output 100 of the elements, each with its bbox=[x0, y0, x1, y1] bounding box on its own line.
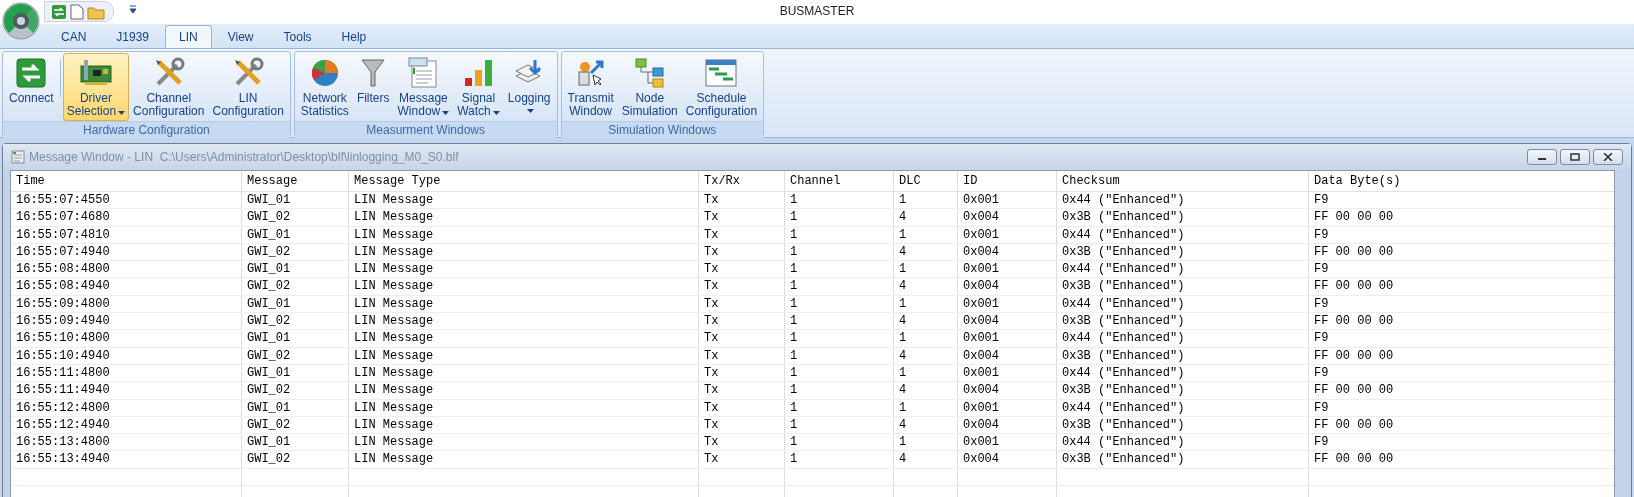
column-header[interactable]: Message bbox=[242, 171, 349, 191]
group-label: Simulation Windows bbox=[561, 121, 764, 138]
table-cell: LIN Message bbox=[349, 192, 699, 209]
table-cell: 0x001 bbox=[958, 192, 1057, 209]
ribbon-button[interactable]: Driver Selection bbox=[62, 53, 130, 121]
table-cell: LIN Message bbox=[349, 347, 699, 364]
column-header[interactable]: Data Byte(s) bbox=[1309, 171, 1614, 191]
ribbon-button[interactable]: Channel Configuration bbox=[129, 53, 209, 121]
column-header[interactable]: Time bbox=[11, 171, 242, 191]
column-header[interactable]: Tx/Rx bbox=[699, 171, 785, 191]
table-cell: FF 00 00 00 bbox=[1309, 243, 1614, 261]
ribbon-button[interactable]: Message Window bbox=[393, 53, 454, 121]
table-cell: 0x3B ("Enhanced") bbox=[1057, 382, 1309, 399]
table-cell: 1 bbox=[785, 347, 894, 364]
ribbon-button[interactable]: Node Simulation bbox=[617, 53, 682, 121]
table-cell: 16:55:10:4940 bbox=[11, 347, 242, 364]
table-cell: F9 bbox=[1309, 434, 1614, 451]
table-cell: 1 bbox=[785, 295, 894, 313]
transmit-icon bbox=[575, 58, 606, 88]
ribbon-tab[interactable]: Tools bbox=[269, 25, 326, 48]
table-cell: GWI_01 bbox=[242, 192, 349, 209]
window-title: Message Window - LIN C:\Users\Administrator\Desktop\blf\linlogging_M0_S0.blf bbox=[29, 150, 460, 164]
ribbon-tab[interactable]: View bbox=[213, 25, 268, 48]
table-cell: FF 00 00 00 bbox=[1309, 278, 1614, 295]
table-cell: GWI_01 bbox=[242, 434, 349, 451]
column-header[interactable]: Channel bbox=[785, 171, 894, 191]
table-cell: Tx bbox=[699, 451, 785, 468]
table-cell: 16:55:12:4940 bbox=[11, 416, 242, 434]
table-cell: LIN Message bbox=[349, 243, 699, 261]
table-cell: Tx bbox=[699, 330, 785, 347]
table-cell: 0x001 bbox=[958, 434, 1057, 451]
table-cell: 16:55:10:4800 bbox=[11, 330, 242, 347]
table-cell: 1 bbox=[785, 382, 894, 399]
restore-icon bbox=[1570, 153, 1580, 161]
ribbon-tab[interactable]: LIN bbox=[165, 25, 212, 48]
arrows-icon[interactable] bbox=[51, 3, 67, 20]
table-cell: 4 bbox=[894, 313, 958, 330]
bar-chart-icon bbox=[463, 58, 494, 88]
ribbon-button[interactable]: Schedule Configuration bbox=[681, 53, 762, 121]
ribbon-tab[interactable]: CAN bbox=[47, 25, 101, 48]
table-cell: 0x004 bbox=[958, 278, 1057, 295]
table-cell: LIN Message bbox=[349, 416, 699, 434]
table-cell: 1 bbox=[785, 261, 894, 278]
table-cell: Tx bbox=[699, 295, 785, 313]
ribbon-tab[interactable]: Help bbox=[327, 25, 381, 48]
table-cell: Tx bbox=[699, 209, 785, 226]
ribbon-button[interactable]: LIN Configuration bbox=[208, 53, 288, 121]
table-cell: LIN Message bbox=[349, 330, 699, 347]
table-cell: 0x3B ("Enhanced") bbox=[1057, 209, 1309, 226]
dropdown-arrow-icon[interactable] bbox=[129, 4, 137, 14]
ribbon-button[interactable]: Network Statistics bbox=[296, 53, 353, 121]
table-cell: 1 bbox=[785, 313, 894, 330]
table-cell: 0x004 bbox=[958, 347, 1057, 364]
table-cell: F9 bbox=[1309, 261, 1614, 278]
table-cell: 4 bbox=[894, 209, 958, 226]
table-cell: 0x001 bbox=[958, 295, 1057, 313]
table-cell: LIN Message bbox=[349, 382, 699, 399]
new-file-icon[interactable] bbox=[70, 3, 84, 20]
table-cell: 16:55:13:4800 bbox=[11, 434, 242, 451]
document-icon bbox=[408, 57, 439, 89]
table-cell: GWI_02 bbox=[242, 313, 349, 330]
column-header[interactable]: ID bbox=[958, 171, 1057, 191]
table-cell: FF 00 00 00 bbox=[1309, 313, 1614, 330]
close-icon bbox=[1603, 153, 1613, 161]
table-cell: LIN Message bbox=[349, 209, 699, 226]
table-cell: LIN Message bbox=[349, 451, 699, 468]
table-cell: GWI_02 bbox=[242, 416, 349, 434]
restore-button[interactable] bbox=[1560, 149, 1590, 165]
table-cell: GWI_02 bbox=[242, 347, 349, 364]
table-cell: 0x44 ("Enhanced") bbox=[1057, 295, 1309, 313]
table-cell: 0x004 bbox=[958, 451, 1057, 468]
table-cell: 4 bbox=[894, 347, 958, 364]
table-cell: 0x44 ("Enhanced") bbox=[1057, 226, 1309, 243]
table-cell: FF 00 00 00 bbox=[1309, 382, 1614, 399]
minimize-button[interactable] bbox=[1527, 149, 1557, 165]
table-cell: F9 bbox=[1309, 399, 1614, 416]
ribbon-button[interactable]: Logging bbox=[503, 53, 555, 121]
ribbon-button[interactable]: Connect bbox=[5, 53, 58, 121]
ribbon-tab[interactable]: J1939 bbox=[102, 25, 164, 48]
column-header[interactable]: DLC bbox=[894, 171, 958, 191]
table-cell: LIN Message bbox=[349, 399, 699, 416]
column-header[interactable]: Checksum bbox=[1057, 171, 1309, 191]
table-cell: GWI_02 bbox=[242, 243, 349, 261]
table-cell: 0x001 bbox=[958, 226, 1057, 243]
table-cell: F9 bbox=[1309, 192, 1614, 209]
table-cell: Tx bbox=[699, 313, 785, 330]
table-cell: 0x001 bbox=[958, 364, 1057, 382]
table-cell: 1 bbox=[894, 261, 958, 278]
table-cell: FF 00 00 00 bbox=[1309, 451, 1614, 468]
table-cell: GWI_01 bbox=[242, 399, 349, 416]
table-cell: Tx bbox=[699, 226, 785, 243]
ribbon-button[interactable]: Transmit Window bbox=[563, 53, 618, 121]
table-cell: 16:55:07:4550 bbox=[11, 192, 242, 209]
close-button[interactable] bbox=[1593, 149, 1623, 165]
table-cell: 1 bbox=[785, 399, 894, 416]
circuit-board-icon bbox=[78, 58, 113, 88]
column-header[interactable]: Message Type bbox=[349, 171, 699, 191]
arrows-icon bbox=[16, 58, 47, 88]
ribbon-button[interactable]: Signal Watch bbox=[453, 53, 504, 121]
ribbon-button[interactable]: Filters bbox=[352, 53, 394, 121]
